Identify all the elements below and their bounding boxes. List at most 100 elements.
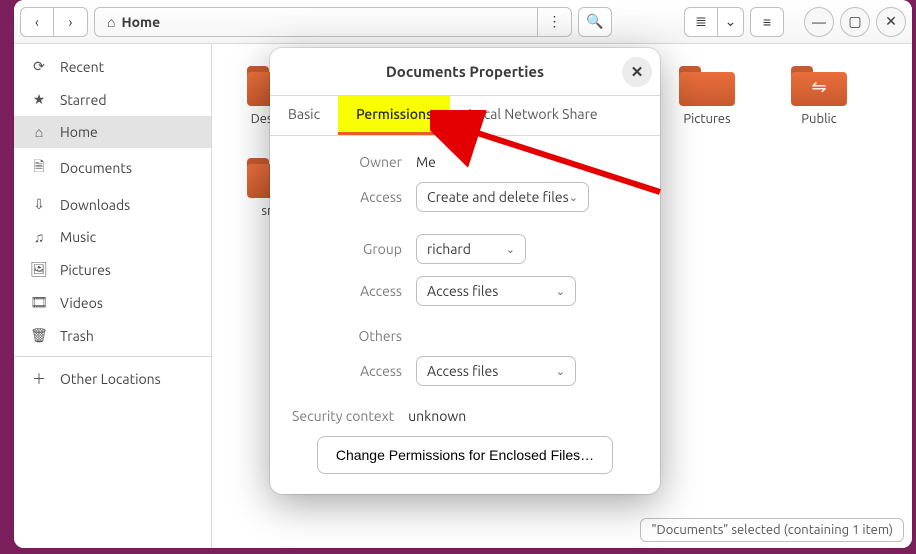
folder-label: Pictures [683, 112, 730, 126]
pictures-icon: 🖼 [30, 261, 48, 278]
security-context-value: unknown [408, 408, 466, 424]
tab-permissions[interactable]: Permissions [338, 96, 450, 135]
combo-value: Access files [427, 363, 498, 379]
recent-icon: ⟳ [30, 58, 48, 75]
close-icon: ✕ [631, 63, 644, 81]
chevron-left-icon: ‹ [35, 14, 39, 30]
combo-value: Create and delete files [427, 189, 569, 205]
chevron-down-icon: ⌄ [569, 191, 578, 204]
folder-pictures[interactable]: Pictures [668, 62, 746, 126]
change-enclosed-permissions-button[interactable]: Change Permissions for Enclosed Files… [317, 436, 613, 474]
folder-icon: ⇋ [791, 62, 847, 106]
row-others-access: Access Access files ⌄ [292, 356, 638, 386]
sidebar-item-label: Videos [60, 295, 103, 311]
sidebar-item-recent[interactable]: ⟳Recent [14, 50, 211, 83]
music-icon: ♫ [30, 229, 48, 245]
path-bar[interactable]: ⌂ Home ⋮ [94, 7, 572, 37]
sidebar-item-label: Home [60, 124, 98, 140]
folder-public[interactable]: ⇋ Public [780, 62, 858, 126]
sidebar-item-label: Downloads [60, 197, 130, 213]
back-button[interactable]: ‹ [20, 7, 54, 37]
dialog-title: Documents Properties [386, 63, 544, 80]
minimize-icon: ― [812, 14, 826, 30]
sidebar-item-label: Starred [60, 92, 107, 108]
folder-glyph [679, 68, 735, 106]
tab-basic[interactable]: Basic [270, 96, 338, 135]
documents-icon: 🗎 [30, 156, 48, 180]
row-security-context: Security context unknown [292, 408, 638, 424]
row-others: Others [292, 328, 638, 344]
trash-icon: 🗑 [30, 327, 48, 344]
access-label: Access [292, 283, 402, 299]
sidebar-item-label: Trash [60, 328, 94, 344]
sidebar-item-starred[interactable]: ★ Starred [14, 83, 211, 116]
path-segment-home[interactable]: ⌂ Home [95, 8, 172, 36]
view-dropdown-button[interactable]: ⌄ [718, 7, 744, 37]
sidebar-item-other-locations[interactable]: ＋Other Locations [14, 361, 211, 397]
chevron-down-icon: ⌄ [725, 13, 737, 30]
folder-icon [679, 62, 735, 106]
sidebar-item-home[interactable]: ⌂ Home [14, 116, 211, 148]
share-icon: ⇋ [791, 68, 847, 106]
chevron-down-icon: ⌄ [556, 365, 565, 378]
row-owner: Owner Me [292, 154, 638, 170]
owner-value: Me [416, 154, 436, 170]
sidebar-item-documents[interactable]: 🗎 Documents [14, 148, 211, 188]
downloads-icon: ⇩ [30, 196, 48, 213]
videos-icon: 🎞 [30, 294, 48, 311]
row-group: Group richard ⌄ [292, 234, 638, 264]
home-icon: ⌂ [30, 124, 48, 140]
sidebar-item-music[interactable]: ♫ Music [14, 221, 211, 253]
sidebar-item-pictures[interactable]: 🖼 Pictures [14, 253, 211, 286]
others-label: Others [292, 328, 402, 344]
sidebar-item-label: Music [60, 229, 96, 245]
access-label: Access [292, 189, 402, 205]
sidebar-item-trash[interactable]: 🗑 Trash [14, 319, 211, 352]
dialog-close-button[interactable]: ✕ [622, 57, 652, 87]
access-label: Access [292, 363, 402, 379]
status-bar: "Documents" selected (containing 1 item) [640, 518, 904, 542]
minimize-button[interactable]: ― [804, 7, 834, 37]
close-icon: ✕ [885, 13, 897, 30]
hamburger-icon: ≡ [763, 14, 771, 30]
hamburger-button[interactable]: ≡ [750, 7, 784, 37]
properties-dialog: Documents Properties ✕ Basic Permissions… [270, 48, 660, 494]
group-combo[interactable]: richard ⌄ [416, 234, 526, 264]
owner-access-combo[interactable]: Create and delete files ⌄ [416, 182, 589, 212]
maximize-button[interactable]: ▢ [840, 7, 870, 37]
sidebar-item-label: Other Locations [60, 371, 161, 387]
security-context-label: Security context [292, 408, 394, 424]
chevron-down-icon: ⌄ [556, 285, 565, 298]
headerbar: ‹ › ⌂ Home ⋮ 🔍 ≣ ⌄ ≡ ― ▢ ✕ [14, 0, 912, 44]
view-list-button[interactable]: ≣ [684, 7, 718, 37]
tab-local-network-share[interactable]: Local Network Share [450, 96, 615, 135]
folder-label: Public [801, 112, 836, 126]
dialog-body: Owner Me Access Create and delete files … [270, 136, 660, 494]
kebab-icon: ⋮ [548, 13, 562, 30]
chevron-right-icon: › [69, 14, 73, 30]
sidebar-item-label: Documents [60, 160, 132, 176]
others-access-combo[interactable]: Access files ⌄ [416, 356, 576, 386]
owner-label: Owner [292, 154, 402, 170]
view-switcher: ≣ ⌄ [684, 7, 744, 37]
sidebar-item-videos[interactable]: 🎞 Videos [14, 286, 211, 319]
combo-value: Access files [427, 283, 498, 299]
dialog-titlebar: Documents Properties ✕ [270, 48, 660, 96]
row-group-access: Access Access files ⌄ [292, 276, 638, 306]
dialog-tabs: Basic Permissions Local Network Share [270, 96, 660, 136]
combo-value: richard [427, 241, 471, 257]
sidebar-item-label: Pictures [60, 262, 111, 278]
close-window-button[interactable]: ✕ [876, 7, 906, 37]
sidebar-separator [14, 356, 211, 357]
path-menu-button[interactable]: ⋮ [537, 8, 571, 36]
search-button[interactable]: 🔍 [578, 7, 612, 37]
list-icon: ≣ [695, 13, 707, 30]
maximize-icon: ▢ [848, 13, 861, 30]
nav-buttons: ‹ › [20, 7, 88, 37]
forward-button[interactable]: › [54, 7, 88, 37]
group-access-combo[interactable]: Access files ⌄ [416, 276, 576, 306]
sidebar-item-downloads[interactable]: ⇩ Downloads [14, 188, 211, 221]
status-text: "Documents" selected (containing 1 item) [651, 523, 893, 537]
row-owner-access: Access Create and delete files ⌄ [292, 182, 638, 212]
star-icon: ★ [30, 91, 48, 108]
